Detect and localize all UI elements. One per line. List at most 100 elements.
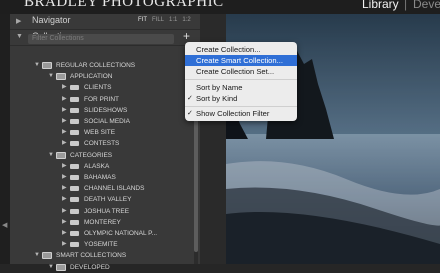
collection-set-row[interactable]: ▼ APPLICATION	[0, 71, 194, 82]
zoom-fit[interactable]: FIT	[138, 17, 147, 23]
collection-icon	[70, 119, 79, 124]
menu-item-label: Show Collection Filter	[196, 109, 270, 118]
collection-icon	[70, 208, 79, 214]
collection-row[interactable]: ▶ JOSHUA TREE	[0, 206, 194, 217]
navigator-header[interactable]: ▶ Navigator FIT FILL 1:1 1:2	[10, 14, 200, 30]
menu-show-collection-filter[interactable]: ✓ Show Collection Filter	[185, 108, 297, 119]
collection-row[interactable]: ▶ ALASKA	[0, 161, 194, 172]
collapsed-triangle-icon[interactable]: ▶	[62, 194, 67, 205]
collection-row[interactable]: ▶ MONTEREY	[0, 217, 194, 228]
collection-label: FOR PRINT	[84, 95, 120, 103]
collection-row[interactable]: ▶ DEATH VALLEY	[0, 194, 194, 205]
collection-row[interactable]: ▶ SLIDESHOWS	[0, 105, 194, 116]
collection-label: CLIENTS	[84, 84, 112, 92]
collection-row[interactable]: ▶ CONTESTS	[0, 138, 194, 149]
collection-set-row[interactable]: ▼ CATEGORIES	[0, 150, 194, 161]
collapsed-triangle-icon[interactable]: ▶	[62, 138, 67, 149]
collection-icon	[70, 242, 79, 248]
expand-triangle-icon[interactable]: ▼	[16, 33, 23, 40]
expand-triangle-icon[interactable]: ▼	[48, 150, 54, 161]
collection-icon	[70, 175, 79, 180]
collection-label: OLYMPIC NATIONAL P...	[84, 230, 158, 237]
collection-icon	[70, 85, 79, 91]
collection-icon	[70, 141, 79, 147]
collection-row[interactable]: ▶ CLIENTS	[0, 82, 194, 93]
collapsed-triangle-icon[interactable]: ▶	[62, 105, 67, 116]
identity-plate: BRADLEY PHOTOGRAPHIC Library | Deve	[0, 0, 440, 14]
collapsed-triangle-icon[interactable]: ▶	[62, 239, 67, 250]
collapsed-triangle-icon[interactable]: ▶	[62, 206, 67, 217]
collapsed-triangle-icon[interactable]: ▶	[62, 161, 67, 172]
collection-row[interactable]: ▶ SOCIAL MEDIA	[0, 116, 194, 127]
menu-separator	[185, 106, 297, 107]
collection-set-icon	[56, 73, 66, 81]
expand-triangle-icon[interactable]: ▼	[48, 71, 54, 82]
collection-label: WEB SITE	[84, 129, 116, 137]
collection-label: DEVELOPED	[70, 263, 110, 271]
collection-label: CONTESTS	[84, 140, 120, 148]
collection-label: DEATH VALLEY	[84, 196, 132, 204]
checkmark-icon: ✓	[187, 110, 193, 117]
collapsed-triangle-icon[interactable]: ▶	[62, 116, 67, 127]
expand-triangle-icon[interactable]: ▼	[34, 250, 40, 261]
collection-row[interactable]: ▶ CHANNEL ISLANDS	[0, 183, 194, 194]
menu-item-label: Sort by Name	[196, 83, 243, 92]
menu-item-label: Create Collection Set...	[196, 67, 275, 76]
collection-icon	[70, 107, 79, 113]
menu-separator	[185, 79, 297, 80]
zoom-fill[interactable]: FILL	[152, 17, 164, 23]
collapsed-triangle-icon[interactable]: ▶	[62, 94, 67, 105]
menu-create-collection-set[interactable]: Create Collection Set...	[185, 66, 297, 77]
collection-icon	[70, 96, 79, 102]
collection-row[interactable]: ▶ OLYMPIC NATIONAL P...	[0, 228, 194, 239]
collection-set-row[interactable]: ▼ DEVELOPED	[0, 262, 194, 273]
collection-icon	[70, 197, 79, 203]
zoom-1-2[interactable]: 1:2	[182, 17, 190, 23]
collection-row[interactable]: ▶ BAHAMAS	[0, 172, 194, 183]
collection-set-icon	[56, 263, 66, 271]
collapsed-triangle-icon[interactable]: ▶	[16, 17, 21, 25]
collection-filter-input[interactable]: Filter Collections	[28, 34, 174, 44]
menu-sort-by-kind[interactable]: ✓ Sort by Kind	[185, 93, 297, 104]
module-separator: |	[404, 0, 408, 11]
collection-label: SOCIAL MEDIA	[84, 118, 130, 125]
collapsed-triangle-icon[interactable]: ▶	[62, 228, 67, 239]
menu-sort-by-name[interactable]: Sort by Name	[185, 82, 297, 93]
collection-icon	[70, 219, 79, 225]
module-library[interactable]: Library	[362, 0, 399, 11]
collection-label: JOSHUA TREE	[84, 207, 130, 215]
collection-label: REGULAR COLLECTIONS	[56, 62, 136, 69]
collection-set-row[interactable]: ▼ REGULAR COLLECTIONS	[0, 60, 194, 71]
collection-label: SLIDESHOWS	[84, 106, 128, 114]
collection-label: APPLICATION	[70, 73, 113, 81]
menu-item-label: Create Collection...	[196, 45, 261, 54]
expand-triangle-icon[interactable]: ▼	[34, 60, 40, 71]
expand-triangle-icon[interactable]: ▼	[48, 262, 54, 273]
collections-context-menu: Create Collection... Create Smart Collec…	[185, 42, 297, 121]
collection-set-icon	[42, 252, 52, 260]
collection-label: YOSEMITE	[84, 241, 118, 249]
zoom-1-1[interactable]: 1:1	[169, 17, 177, 23]
checkmark-icon: ✓	[187, 95, 193, 102]
menu-create-smart-collection[interactable]: Create Smart Collection...	[185, 55, 297, 66]
add-collection-button[interactable]: +	[183, 29, 190, 43]
collapsed-triangle-icon[interactable]: ▶	[62, 217, 67, 228]
collection-label: BAHAMAS	[84, 174, 116, 181]
collection-label: CATEGORIES	[70, 151, 113, 159]
collection-row[interactable]: ▶ YOSEMITE	[0, 239, 194, 250]
module-develop[interactable]: Deve	[413, 0, 440, 11]
collection-set-icon	[42, 62, 52, 69]
collection-icon	[70, 163, 79, 169]
zoom-options: FIT FILL 1:1 1:2	[138, 17, 196, 23]
collection-row[interactable]: ▶ FOR PRINT	[0, 94, 194, 105]
collection-label: MONTEREY	[84, 218, 121, 226]
collapsed-triangle-icon[interactable]: ▶	[62, 172, 67, 183]
collection-set-icon	[56, 151, 66, 159]
collection-row[interactable]: ▶ WEB SITE	[0, 127, 194, 138]
menu-create-collection[interactable]: Create Collection...	[185, 44, 297, 55]
collection-set-row[interactable]: ▼ SMART COLLECTIONS	[0, 250, 194, 261]
collection-icon	[70, 231, 79, 236]
collapsed-triangle-icon[interactable]: ▶	[62, 127, 67, 138]
collapsed-triangle-icon[interactable]: ▶	[62, 82, 67, 93]
collapsed-triangle-icon[interactable]: ▶	[62, 183, 67, 194]
